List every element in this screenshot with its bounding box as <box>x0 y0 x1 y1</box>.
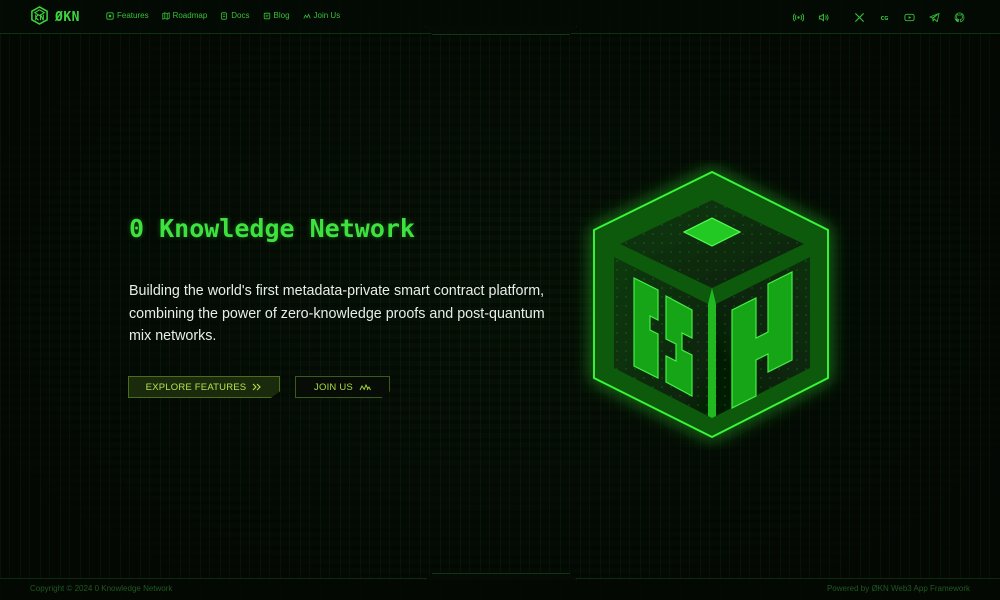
community-icon <box>359 383 371 391</box>
nav-item-join-us[interactable]: Join Us <box>302 11 341 20</box>
hero-title: 0 Knowledge Network <box>129 214 415 243</box>
footer-powered-by: Powered by ØKN Web3 App Framework <box>826 584 970 593</box>
svg-text:CG: CG <box>880 15 888 21</box>
coinmarketcap-icon[interactable]: CG <box>877 10 891 24</box>
footer-notch <box>425 573 577 580</box>
docs-icon <box>221 11 228 20</box>
nav-item-blog[interactable]: Blog <box>263 11 290 20</box>
github-icon[interactable] <box>952 10 966 24</box>
logo-link[interactable]: ØKN <box>30 5 80 29</box>
footer-copyright: Copyright © 2024 0 Knowledge Network <box>30 584 173 593</box>
nav-label-join-us: Join Us <box>313 11 341 20</box>
logo-icon <box>30 5 49 29</box>
telegram-icon[interactable] <box>927 10 941 24</box>
explore-features-label: EXPLORE FEATURES <box>145 381 247 393</box>
double-chevron-right-icon <box>252 383 262 391</box>
x-icon[interactable] <box>852 10 866 24</box>
nav-label-blog: Blog <box>273 11 290 20</box>
nav-item-docs[interactable]: Docs <box>220 11 250 20</box>
header-notch <box>425 26 577 35</box>
join-us-button[interactable]: JOIN US <box>295 376 390 398</box>
nav-item-roadmap[interactable]: Roadmap <box>161 11 208 20</box>
volume-icon[interactable] <box>816 10 830 24</box>
main-nav: Features Roadmap Docs Blog Join Us <box>106 11 340 20</box>
logo-text: ØKN <box>55 9 80 25</box>
youtube-icon[interactable] <box>902 10 916 24</box>
page: ØKN Features Roadmap Docs Blog Join Us C… <box>0 0 1000 600</box>
nav-label-roadmap: Roadmap <box>172 11 208 20</box>
join-us-label: JOIN US <box>314 381 353 393</box>
nav-label-docs: Docs <box>231 11 250 20</box>
okn-cube-logo <box>570 160 850 450</box>
hero-description: Building the world's first metadata-priv… <box>129 283 545 344</box>
blog-icon <box>263 12 270 19</box>
social-links: CG <box>780 10 966 24</box>
roadmap-icon <box>161 11 170 20</box>
broadcast-icon[interactable] <box>791 10 805 24</box>
features-icon <box>106 11 114 20</box>
nav-label-features: Features <box>117 11 149 20</box>
nav-item-features[interactable]: Features <box>106 11 149 20</box>
explore-features-button[interactable]: EXPLORE FEATURES <box>128 376 280 398</box>
join-icon <box>302 12 311 19</box>
